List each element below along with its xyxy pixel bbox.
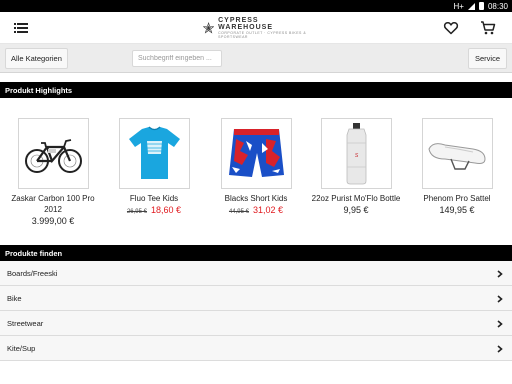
category-label: Kite/Sup [7, 343, 36, 353]
chevron-right-icon [497, 295, 503, 303]
product-name: Phenom Pro Sattel [423, 194, 491, 203]
category-label: Streetwear [7, 318, 44, 328]
chevron-right-icon [497, 270, 503, 278]
category-item-bike[interactable]: Bike [0, 286, 512, 311]
chevron-right-icon [497, 320, 503, 328]
product-name: Blacks Short Kids [224, 194, 288, 203]
old-price: 26,95 € [126, 209, 147, 215]
category-label: Bike [7, 293, 22, 303]
product-card[interactable]: Blacks Short Kids 44,95 € 31,02 € [206, 118, 306, 215]
app-bar: CYPRESS WAREHOUSE CORPORATE OUTLET · CYP… [0, 12, 512, 44]
bike-icon [24, 139, 82, 173]
bottle-icon: S [346, 123, 366, 185]
logo-tagline: CORPORATE OUTLET · CYPRESS BIKES & SPORT… [218, 31, 307, 39]
product-image [118, 118, 190, 189]
search-input[interactable] [132, 50, 222, 67]
status-bar: H+ 08:30 [0, 0, 512, 12]
menu-icon[interactable] [14, 22, 28, 34]
tshirt-icon [128, 126, 180, 179]
product-price: 9,95 € [306, 205, 406, 215]
product-card[interactable]: Phenom Pro Sattel 149,95 € [407, 118, 507, 215]
finder-header: Produkte finden [0, 245, 512, 261]
toolbar: Alle Kategorien Service [0, 44, 512, 73]
product-card[interactable]: Fluo Tee Kids 26,95 € 18,60 € [104, 118, 204, 215]
product-card[interactable]: S 22oz Purist Mo'Flo Bottle 9,95 € [306, 118, 406, 215]
product-card[interactable]: Zaskar Carbon 100 Pro 2012 3.999,00 € [3, 118, 103, 226]
product-price: 3.999,00 € [3, 216, 103, 226]
category-item-streetwear[interactable]: Streetwear [0, 311, 512, 336]
battery-icon [478, 2, 484, 10]
product-image: S [320, 118, 392, 189]
product-price: 26,95 € 18,60 € [104, 205, 204, 215]
price-value: 149,95 € [439, 205, 475, 215]
product-image [220, 118, 292, 189]
price-value: 9,95 € [343, 205, 369, 215]
category-item-kite-sup[interactable]: Kite/Sup [0, 336, 512, 361]
old-price: 44,95 € [228, 209, 249, 215]
sale-price: 31,02 € [253, 205, 284, 215]
highlights-header: Produkt Highlights [0, 82, 512, 98]
product-name: Zaskar Carbon 100 Pro 2012 [11, 194, 95, 214]
product-image [17, 118, 89, 189]
logo[interactable]: CYPRESS WAREHOUSE CORPORATE OUTLET · CYP… [203, 17, 313, 39]
signal-icon [467, 2, 475, 10]
chevron-right-icon [497, 345, 503, 353]
category-item-boards-freeski[interactable]: Boards/Freeski [0, 261, 512, 286]
logo-text: CYPRESS WAREHOUSE [218, 17, 274, 31]
cart-icon[interactable] [480, 20, 496, 36]
clock: 08:30 [487, 1, 508, 11]
product-name: Fluo Tee Kids [129, 194, 179, 203]
shorts-icon [228, 129, 284, 177]
network-indicator: H+ [453, 1, 464, 11]
category-label: Boards/Freeski [7, 268, 58, 278]
all-categories-button[interactable]: Alle Kategorien [5, 48, 68, 69]
product-price: 44,95 € 31,02 € [206, 205, 306, 215]
product-image [421, 118, 493, 189]
price-value: 3.999,00 € [31, 216, 75, 226]
product-name: 22oz Purist Mo'Flo Bottle [311, 194, 401, 203]
star-logo-icon [203, 21, 215, 34]
service-button[interactable]: Service [467, 48, 507, 69]
heart-icon[interactable] [443, 20, 459, 36]
product-price: 149,95 € [407, 205, 507, 215]
sale-price: 18,60 € [151, 205, 182, 215]
category-list: Boards/Freeski Bike Streetwear Kite/Sup [0, 261, 512, 361]
product-carousel: Zaskar Carbon 100 Pro 2012 3.999,00 € Fl… [0, 106, 512, 238]
saddle-icon [427, 143, 486, 170]
